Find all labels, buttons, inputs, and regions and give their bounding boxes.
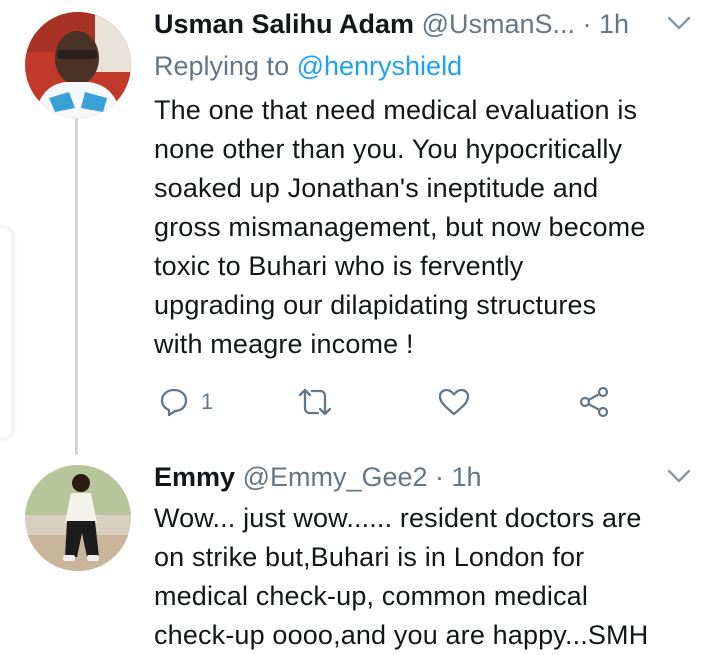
avatar-usman-image <box>25 12 131 118</box>
replying-to-mention[interactable]: @henryshield <box>297 51 463 81</box>
chevron-down-icon[interactable] <box>666 14 692 32</box>
offscreen-card-edge <box>0 228 12 438</box>
share-icon <box>579 386 609 418</box>
reply-count: 1 <box>201 389 214 414</box>
tweet-actions: 1 <box>154 382 624 422</box>
like-button[interactable] <box>438 382 470 422</box>
replying-to-label: Replying to <box>154 51 297 81</box>
share-button[interactable] <box>578 382 610 422</box>
author-name[interactable]: Emmy <box>154 462 235 492</box>
thread-connector-line <box>75 118 78 455</box>
avatar-emmy-image <box>25 465 131 571</box>
reply-button[interactable]: 1 <box>159 382 213 422</box>
heart-icon <box>438 388 470 416</box>
avatar-emmy[interactable] <box>25 465 131 571</box>
retweet-icon <box>298 388 332 416</box>
retweet-button[interactable] <box>298 382 332 422</box>
tweet-header: Emmy @Emmy_Gee2 · 1h <box>154 461 482 493</box>
tweet-text: The one that need medical evaluation is … <box>154 95 646 359</box>
author-name[interactable]: Usman Salihu Adam <box>154 9 414 39</box>
reply-icon <box>160 388 188 417</box>
chevron-down-icon[interactable] <box>666 467 692 485</box>
tweet-text: Wow... just wow...... resident doctors a… <box>154 503 649 650</box>
author-handle[interactable]: @UsmanS... <box>422 9 575 39</box>
avatar-usman[interactable] <box>25 12 131 118</box>
tweet-time[interactable]: · 1h <box>583 9 630 39</box>
tweet-header: Usman Salihu Adam @UsmanS... · 1h <box>154 8 629 40</box>
replying-to: Replying to @henryshield <box>154 50 462 82</box>
author-handle[interactable]: @Emmy_Gee2 <box>243 462 428 492</box>
tweet-time[interactable]: · 1h <box>435 462 482 492</box>
